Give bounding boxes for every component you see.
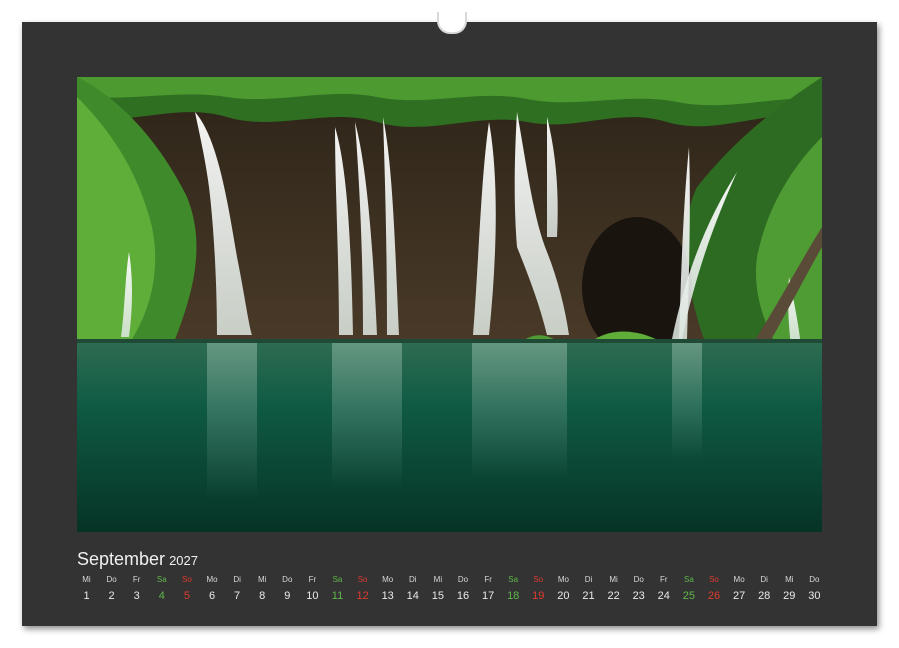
- day-number: 7: [234, 590, 241, 602]
- day-number: 5: [183, 590, 190, 602]
- weekday-label: Fr: [484, 575, 492, 584]
- day-number: 22: [607, 590, 620, 602]
- day-number: 17: [481, 590, 495, 602]
- day-number: 14: [406, 590, 419, 602]
- day-number: 15: [431, 590, 445, 602]
- day-number: 16: [456, 590, 470, 602]
- weekday-label: Mo: [557, 575, 569, 584]
- hanger-hook: [437, 12, 467, 34]
- weekday-label: So: [357, 575, 368, 584]
- day-number: 20: [557, 590, 570, 602]
- weekday-label: Do: [457, 575, 469, 584]
- day-number: 10: [306, 590, 319, 602]
- day-number: 25: [682, 590, 696, 602]
- weekday-label: Do: [106, 575, 117, 584]
- weekday-label: Sa: [156, 575, 167, 584]
- weekday-label: So: [181, 575, 192, 584]
- day-number: 26: [707, 590, 721, 602]
- day-number: 4: [158, 590, 165, 602]
- weekday-label: Di: [584, 575, 593, 584]
- month-year: 2027: [169, 553, 198, 568]
- day-number: 1: [83, 590, 90, 602]
- day-number: 29: [783, 590, 796, 602]
- weekday-label: Fr: [308, 575, 317, 584]
- day-number: 11: [331, 590, 344, 602]
- day-number: 3: [133, 590, 140, 602]
- weekday-label: Do: [282, 575, 293, 584]
- day-number: 13: [381, 590, 394, 602]
- weekday-label: So: [709, 575, 719, 584]
- month-title: September 2027: [77, 549, 198, 570]
- day-number: 30: [808, 590, 821, 602]
- weekday-label: Do: [633, 575, 644, 584]
- waterfall-photo: [77, 77, 822, 532]
- day-number: 6: [208, 590, 216, 602]
- weekday-label: Mi: [609, 575, 618, 584]
- weekday-label: Fr: [132, 575, 141, 584]
- month-name: September: [77, 549, 166, 569]
- day-number: 12: [356, 590, 369, 602]
- day-number: 21: [582, 590, 595, 602]
- weekday-label: Mi: [785, 575, 794, 584]
- weekday-label: Mo: [206, 575, 218, 584]
- weekday-label: Di: [760, 575, 768, 584]
- day-number: 9: [284, 590, 291, 602]
- weekday-label: Mo: [733, 575, 745, 584]
- weekday-label: Fr: [660, 575, 668, 584]
- weekday-label: Mo: [382, 575, 394, 584]
- day-number: 28: [758, 590, 771, 602]
- day-number: 24: [657, 590, 670, 602]
- day-number: 18: [507, 590, 520, 602]
- day-number: 27: [732, 590, 746, 602]
- weekday-label: So: [533, 575, 544, 584]
- weekday-label: Sa: [508, 575, 519, 584]
- weekday-label: Sa: [683, 575, 694, 584]
- weekday-label: Mi: [257, 575, 267, 584]
- weekday-label: Do: [809, 575, 820, 584]
- waterfall-icon: [77, 77, 822, 532]
- weekday-label: Di: [409, 575, 417, 584]
- day-grid: Mi 1 Do 2 Fr 3 Sa 4 So 5 Mo 6 Di 7 Mi 8 Do 9 Fr 10 Sa 11 So 12 M…: [74, 575, 829, 615]
- day-number: 23: [632, 590, 645, 602]
- weekday-label: Sa: [332, 575, 343, 584]
- calendar-page: September 2027 Mi 1 Do 2 Fr 3 Sa 4 So 5 Mo 6 Di 7 Mi 8 Do…: [22, 22, 877, 626]
- day-number: 2: [108, 590, 115, 602]
- weekday-label: Mi: [82, 575, 91, 584]
- day-number: 19: [532, 590, 545, 602]
- weekday-label: Mi: [433, 575, 443, 584]
- weekday-label: Di: [233, 575, 241, 584]
- day-number: 8: [259, 590, 266, 602]
